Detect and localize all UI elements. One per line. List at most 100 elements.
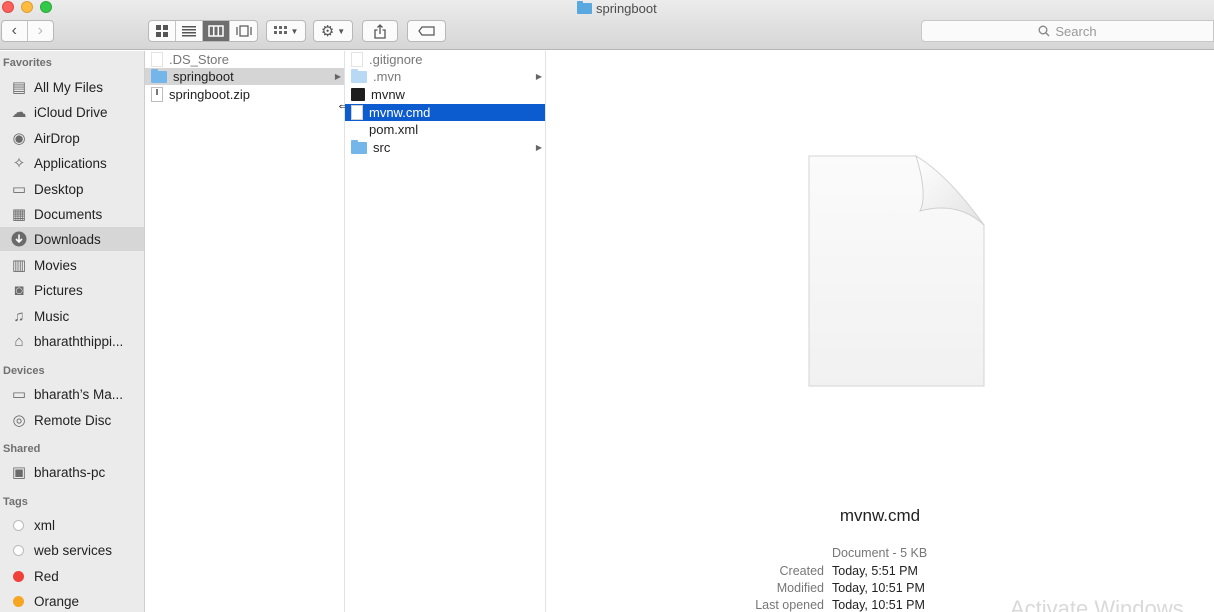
- executable-icon: [351, 88, 365, 101]
- close-window-button[interactable]: [2, 1, 14, 13]
- preview-file-name: mvnw.cmd: [839, 506, 921, 525]
- sidebar-tag-red[interactable]: Red: [0, 564, 144, 588]
- sidebar-item-pictures[interactable]: ◙ Pictures: [0, 278, 144, 302]
- favorites-header: Favorites: [3, 57, 52, 69]
- share-button[interactable]: [362, 20, 398, 42]
- cloud-icon: ☁: [11, 104, 27, 121]
- sidebar-item-airdrop[interactable]: ◉ AirDrop: [0, 126, 144, 150]
- edit-tags-button[interactable]: [407, 20, 446, 42]
- activate-windows-watermark: Activate Windows: [1010, 596, 1184, 612]
- sidebar-item-macbook[interactable]: ▭ bharath’s Ma...: [0, 382, 144, 406]
- column-view-button[interactable]: [203, 21, 231, 41]
- sidebar-item-documents[interactable]: ▦ Documents: [0, 202, 144, 226]
- file-row-springboot-zip[interactable]: springboot.zip: [145, 86, 344, 103]
- shared-header: Shared: [3, 443, 41, 455]
- list-view-icon: [182, 25, 197, 36]
- folder-row-springboot[interactable]: springboot ▶: [145, 68, 344, 85]
- search-icon: [1038, 25, 1050, 37]
- cover-flow-icon: [235, 25, 252, 37]
- sidebar-item-bharaths-pc[interactable]: ▣ bharaths-pc: [0, 460, 144, 484]
- sidebar-item-icloud-drive[interactable]: ☁ iCloud Drive: [0, 100, 144, 124]
- sidebar-tag-web-services[interactable]: web services: [0, 538, 144, 562]
- sidebar-tag-xml[interactable]: xml: [0, 513, 144, 537]
- disclosure-arrow-icon: ▶: [535, 143, 542, 152]
- sidebar-item-all-my-files[interactable]: ▤ All My Files: [0, 75, 144, 99]
- folder-row-mvn[interactable]: .mvn ▶: [345, 68, 545, 85]
- folder-icon: [351, 139, 367, 154]
- sidebar-item-remote-disc[interactable]: ◎ Remote Disc: [0, 408, 144, 432]
- file-row-mvnw[interactable]: mvnw: [345, 86, 545, 103]
- chevron-down-icon: ▼: [337, 26, 346, 36]
- sidebar-tag-orange[interactable]: Orange: [0, 589, 144, 612]
- sidebar-item-home[interactable]: ⌂ bharaththippi...: [0, 329, 144, 353]
- disc-icon: ◎: [12, 412, 26, 429]
- document-icon: [351, 122, 363, 137]
- tag-icon: [417, 26, 435, 36]
- share-icon: [374, 23, 386, 39]
- action-button[interactable]: ⚙ ▼: [313, 20, 353, 42]
- monitor-icon: ▣: [11, 464, 27, 481]
- forward-button[interactable]: ›: [28, 21, 53, 41]
- sidebar-item-movies[interactable]: ▥ Movies: [0, 253, 144, 277]
- music-icon: ♫: [13, 307, 25, 325]
- icon-view-icon: [156, 25, 168, 37]
- documents-icon: ▦: [11, 206, 27, 223]
- airdrop-icon: ◉: [12, 130, 26, 147]
- back-forward-control: ‹ ›: [1, 20, 54, 42]
- sidebar-item-downloads[interactable]: Downloads: [0, 227, 144, 251]
- tag-dot-icon: [13, 544, 24, 556]
- disclosure-arrow-icon: ▶: [535, 72, 542, 81]
- tag-dot-icon: [13, 519, 24, 531]
- toolbar: springboot ‹ › ▼ ⚙ ▼ Search: [0, 0, 1214, 50]
- file-row-pom-xml[interactable]: pom.xml: [345, 121, 545, 138]
- back-button[interactable]: ‹: [2, 21, 28, 41]
- meta-created: Created Today, 5:51 PM: [546, 564, 1214, 581]
- file-row-mvnw-cmd[interactable]: mvnw.cmd: [345, 104, 545, 121]
- zoom-window-button[interactable]: [40, 1, 52, 13]
- list-view-button[interactable]: [176, 21, 204, 41]
- file-row-gitignore[interactable]: .gitignore: [345, 51, 545, 68]
- view-mode-control: [148, 20, 258, 42]
- sidebar: Favorites ▤ All My Files ☁ iCloud Drive …: [0, 51, 145, 612]
- column-downloads: .DS_Store springboot ▶ springboot.zip: [145, 51, 345, 612]
- pictures-icon: ◙: [14, 281, 24, 299]
- sidebar-item-music[interactable]: ♫ Music: [0, 304, 144, 328]
- all-files-icon: ▤: [11, 79, 27, 96]
- document-preview-icon: [808, 155, 985, 387]
- file-row-ds-store[interactable]: .DS_Store: [145, 51, 344, 68]
- gear-icon: ⚙: [320, 23, 335, 40]
- sidebar-item-applications[interactable]: ✧ Applications: [0, 151, 144, 175]
- minimize-window-button[interactable]: [21, 1, 33, 13]
- column-springboot: .gitignore .mvn ▶ mvnw mvnw.cmd pom.xml …: [345, 51, 546, 612]
- movies-icon: ▥: [11, 257, 27, 274]
- meta-last-opened-value: Today, 10:51 PM: [832, 598, 925, 612]
- chevron-down-icon: ▼: [290, 26, 299, 36]
- document-icon: [351, 52, 363, 67]
- laptop-icon: ▭: [11, 386, 27, 403]
- meta-modified-value: Today, 10:51 PM: [832, 581, 925, 595]
- applications-icon: ✧: [12, 155, 26, 172]
- preview-pane: mvnw.cmd Document - 5 KB Created Today, …: [546, 51, 1214, 612]
- meta-last-opened-label: Last opened: [755, 598, 824, 612]
- icon-view-button[interactable]: [149, 21, 177, 41]
- window-title: springboot: [577, 0, 657, 16]
- column-view-icon: [208, 25, 224, 37]
- zip-archive-icon: [151, 87, 163, 102]
- tag-dot-icon: [13, 595, 24, 607]
- tags-header: Tags: [3, 496, 28, 508]
- disclosure-arrow-icon: ▶: [334, 72, 341, 81]
- arrange-button[interactable]: ▼: [266, 20, 306, 42]
- folder-icon: [577, 0, 592, 14]
- search-field[interactable]: Search: [921, 20, 1214, 42]
- meta-modified-label: Modified: [776, 581, 824, 595]
- folder-row-src[interactable]: src ▶: [345, 139, 545, 156]
- downloads-icon: [10, 230, 28, 248]
- sidebar-item-desktop[interactable]: ▭ Desktop: [0, 177, 144, 201]
- document-icon: [351, 105, 363, 120]
- cover-flow-view-button[interactable]: [230, 21, 257, 41]
- home-icon: ⌂: [14, 332, 24, 350]
- search-placeholder: Search: [1055, 23, 1097, 39]
- meta-created-value: Today, 5:51 PM: [832, 564, 918, 578]
- desktop-icon: ▭: [11, 181, 27, 198]
- folder-icon: [151, 68, 167, 83]
